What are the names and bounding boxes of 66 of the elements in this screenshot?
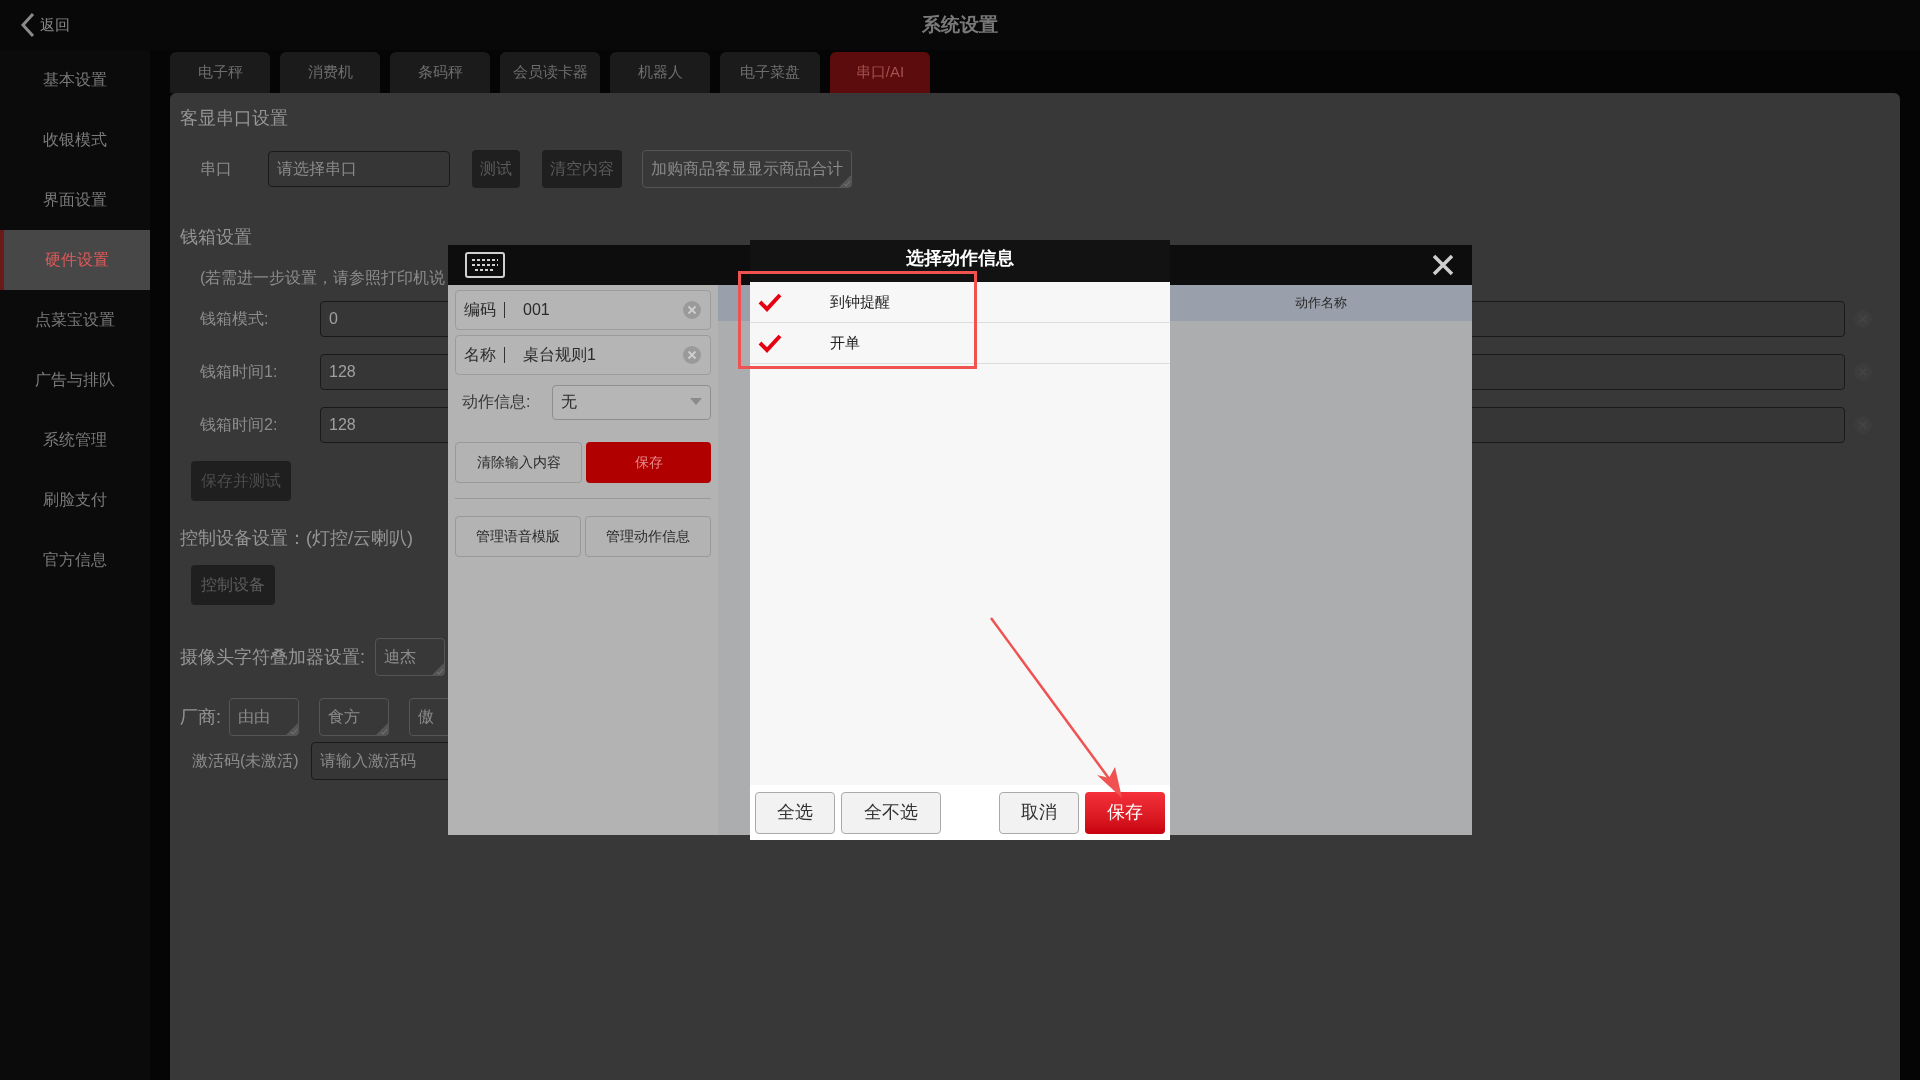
field-label: 编码 <box>464 300 496 320</box>
dialog-button[interactable]: 取消 <box>999 791 1079 834</box>
action-button[interactable]: 清空内容 <box>542 150 622 188</box>
tab[interactable]: 机器人 <box>610 52 710 93</box>
sidebar-item[interactable]: 界面设置 <box>0 170 150 230</box>
keyboard-icon[interactable] <box>465 252 505 278</box>
field-label: 厂商: <box>180 705 221 729</box>
tab[interactable]: 条码秤 <box>390 52 490 93</box>
corner-tick-icon <box>286 723 298 735</box>
sidebar-item[interactable]: 官方信息 <box>0 530 150 590</box>
dialog-button[interactable]: 全选 <box>755 791 835 834</box>
sidebar-item[interactable]: 系统管理 <box>0 410 150 470</box>
sidebar-item[interactable]: 收银模式 <box>0 110 150 170</box>
field-value: 001 <box>523 300 551 320</box>
tab[interactable]: 电子秤 <box>170 52 270 93</box>
clear-icon[interactable] <box>682 300 702 320</box>
serial-port-field[interactable]: 请选择串口 <box>268 151 450 187</box>
tab[interactable]: 电子菜盘 <box>720 52 820 93</box>
section-heading: 钱箱设置 <box>180 226 252 248</box>
tab[interactable]: 会员读卡器 <box>500 52 600 93</box>
vendor-option[interactable]: 食方 <box>319 698 389 736</box>
manage-button[interactable]: 管理语音模版 <box>455 516 581 557</box>
manage-button[interactable]: 管理动作信息 <box>585 516 711 557</box>
tab[interactable]: 消费机 <box>280 52 380 93</box>
text-field[interactable]: 名称 桌台规则1 <box>455 335 711 375</box>
field-label: 名称 <box>464 345 496 365</box>
vendor-option[interactable]: 由由 <box>229 698 299 736</box>
field-label: 钱箱时间1: <box>200 361 279 382</box>
sidebar-item[interactable]: 点菜宝设置 <box>0 290 150 350</box>
dialog-button[interactable]: 全不选 <box>841 791 941 834</box>
back-button[interactable]: 返回 <box>20 12 70 38</box>
corner-tick-icon <box>432 663 444 675</box>
close-icon[interactable] <box>1431 253 1455 277</box>
action-select[interactable]: 无 <box>552 384 711 420</box>
tab[interactable]: 串口/AI <box>830 52 930 93</box>
field-label: 钱箱时间2: <box>200 414 279 435</box>
text-field[interactable]: 编码 001 <box>455 290 711 330</box>
sidebar-item[interactable]: 硬件设置 <box>0 230 150 290</box>
column-header: 动作名称 <box>1294 294 1348 313</box>
clear-button[interactable]: 清除输入内容 <box>455 442 582 483</box>
field-label: 激活码(未激活) <box>192 751 299 771</box>
action-item[interactable]: 到钟提醒 <box>750 282 1170 323</box>
field-value: 桌台规则1 <box>523 345 597 365</box>
section-heading: 客显串口设置 <box>180 107 289 129</box>
page-title: 系统设置 <box>921 12 999 37</box>
back-chevron-icon <box>20 12 36 38</box>
field-label: 动作信息: <box>462 392 532 412</box>
save-button[interactable]: 保存 <box>1085 791 1165 834</box>
corner-tick-icon <box>839 175 851 187</box>
field-label: 钱箱模式: <box>200 308 270 329</box>
option-toggle[interactable]: 加购商品客显显示商品合计 <box>642 150 852 188</box>
field-label: 串口 <box>200 159 233 179</box>
save-button[interactable]: 保存 <box>586 442 711 483</box>
sidebar-item[interactable]: 刷脸支付 <box>0 470 150 530</box>
note-text: (若需进一步设置，请参照打印机说 <box>200 268 446 286</box>
camera-option[interactable]: 迪杰 <box>375 638 445 676</box>
sidebar-item[interactable]: 广告与排队 <box>0 350 150 410</box>
control-device-button[interactable]: 控制设备 <box>191 565 275 605</box>
section-heading: 控制设备设置：(灯控/云喇叭) <box>180 527 413 549</box>
sidebar-item[interactable]: 基本设置 <box>0 50 150 110</box>
clear-icon[interactable] <box>682 345 702 365</box>
corner-tick-icon <box>376 723 388 735</box>
action-button[interactable]: 测试 <box>472 150 520 188</box>
action-item[interactable]: 开单 <box>750 323 1170 364</box>
dialog-title: 选择动作信息 <box>906 247 1014 270</box>
field-label: 摄像头字符叠加器设置: <box>180 645 365 669</box>
